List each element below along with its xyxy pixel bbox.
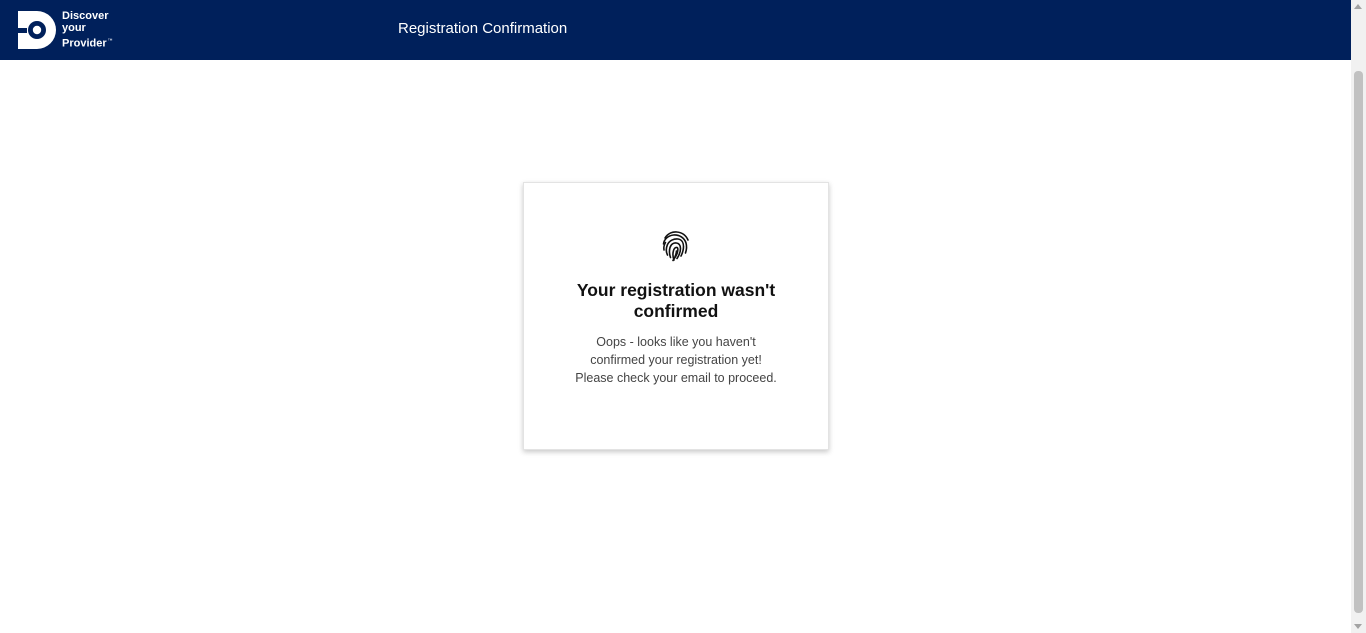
discover-your-provider-logo-icon	[18, 11, 56, 49]
page-title: Registration Confirmation	[398, 20, 568, 37]
trademark-symbol: ™	[107, 37, 113, 44]
scroll-up-arrow-icon[interactable]	[1354, 4, 1362, 9]
brand-logo-link[interactable]: Discover your Provider™	[18, 10, 113, 50]
brand-name-line-3-text: Provider	[62, 37, 107, 50]
fingerprint-icon	[662, 231, 689, 262]
scrollbar-thumb[interactable]	[1354, 71, 1363, 613]
top-header-bar: Discover your Provider™ Registration Con…	[0, 0, 1351, 60]
confirmation-card: Your registration wasn't confirmed Oops …	[523, 182, 829, 450]
vertical-scrollbar[interactable]	[1351, 0, 1366, 633]
brand-name-line-1: Discover	[62, 9, 109, 22]
brand-name-line-3: Provider™	[62, 35, 113, 50]
brand-name-line-2: your	[62, 22, 86, 35]
brand-name: Discover your Provider™	[62, 10, 113, 50]
card-message: Oops - looks like you haven't confirmed …	[575, 335, 777, 385]
card-title: Your registration wasn't confirmed	[576, 280, 776, 321]
page: Discover your Provider™ Registration Con…	[0, 0, 1366, 633]
scroll-down-arrow-icon[interactable]	[1354, 624, 1362, 629]
